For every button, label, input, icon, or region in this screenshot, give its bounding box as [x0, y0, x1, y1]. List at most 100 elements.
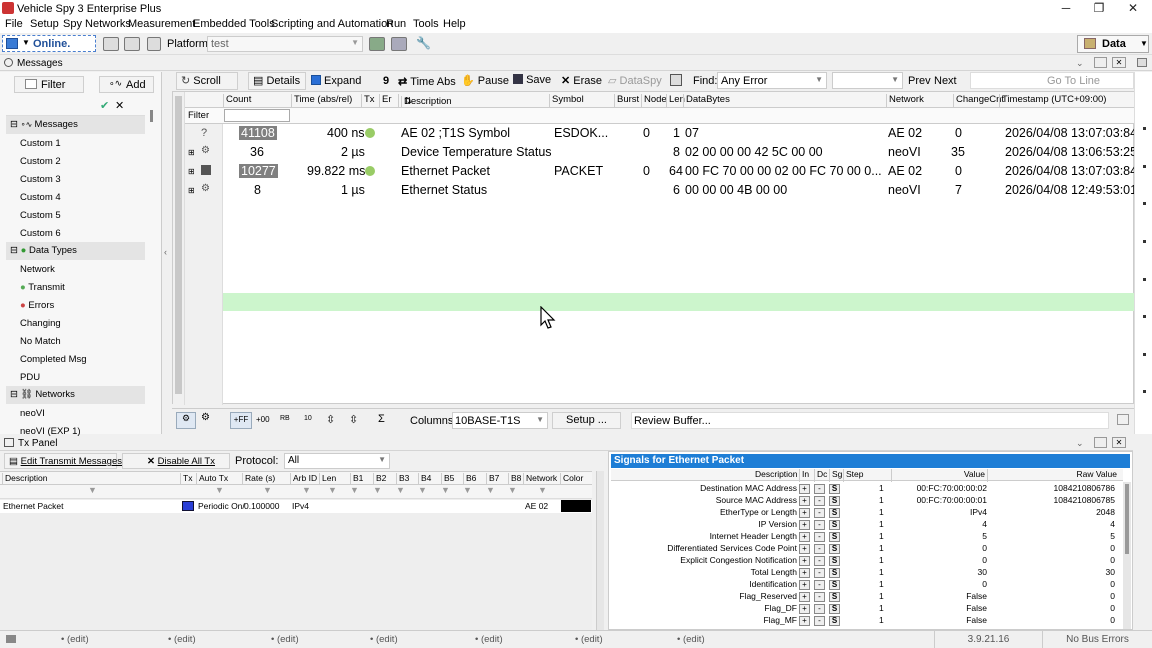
review-buffer-button[interactable]: Review Buffer... [631, 412, 1109, 429]
filter-funnel-icon[interactable]: ▼ [373, 485, 382, 495]
signal-row[interactable]: Flag_DF + - S 1 False 0 [611, 602, 1123, 614]
tree-item-custom-4[interactable]: Custom 4 [20, 192, 61, 203]
tree-item-custom-6[interactable]: Custom 6 [20, 228, 61, 239]
time-abs-button[interactable]: ⇄ Time Abs [398, 75, 456, 88]
hex-00-icon[interactable]: +00 [256, 415, 270, 424]
dataspy-button[interactable]: ▱ DataSpy [608, 74, 662, 87]
align-icon[interactable]: ⇳ [326, 413, 335, 426]
col-network[interactable]: Network [886, 94, 924, 107]
sig-col-dc[interactable]: Dc [814, 469, 827, 482]
filter-funnel-icon[interactable]: ▼ [263, 485, 272, 495]
menu-embedded-tools[interactable]: Embedded Tools [193, 18, 275, 30]
col-time[interactable]: Time (abs/rel) [291, 94, 352, 107]
filter-funnel-icon[interactable]: ▼ [538, 485, 547, 495]
tools-icon[interactable] [391, 37, 407, 51]
col-changecnt[interactable]: ChangeCnt [953, 94, 1004, 107]
signal-row[interactable]: Internet Header Length + - S 1 5 5 [611, 530, 1123, 542]
erase-button[interactable]: ✕ Erase [561, 74, 602, 87]
filter-funnel-icon[interactable]: ▼ [328, 485, 337, 495]
protocol-select[interactable]: All ▼ [284, 453, 390, 469]
filter-funnel-icon[interactable]: ▼ [508, 485, 517, 495]
disable-all-tx-button[interactable]: ✕ Disable All Tx [122, 453, 230, 469]
splitter-arrow-icon[interactable]: ‹ [164, 247, 167, 257]
status-edit-3[interactable]: • (edit) [271, 634, 299, 645]
filter-funnel-icon[interactable]: ▼ [463, 485, 472, 495]
tree-item-transmit[interactable]: ● Transmit [20, 282, 65, 293]
rb-icon[interactable]: RB [280, 415, 290, 422]
signal-row[interactable]: Source MAC Address + - S 1 00:FC:70:00:00:01 1… [611, 494, 1123, 506]
columns-select[interactable]: 10BASE-T1S ▼ [452, 412, 548, 429]
filter-funnel-icon[interactable]: ▼ [215, 485, 224, 495]
menu-run[interactable]: Run [386, 18, 406, 30]
tx-checkbox[interactable] [182, 501, 194, 511]
wrench-icon[interactable]: 🔧 [416, 36, 431, 50]
signal-value[interactable]: 5 [891, 531, 987, 541]
tree-item-custom-3[interactable]: Custom 3 [20, 174, 61, 185]
status-edit-1[interactable]: • (edit) [61, 634, 89, 645]
details-button[interactable]: ▤ Details [248, 72, 306, 90]
filter-funnel-icon[interactable]: ▼ [302, 485, 311, 495]
filter-funnel-icon[interactable]: ▼ [88, 485, 97, 495]
signal-value[interactable]: 0 [891, 579, 987, 589]
minimize-button[interactable]: ─ [1049, 0, 1083, 17]
menu-help[interactable]: Help [443, 18, 466, 30]
data-button[interactable]: Data ▼ [1077, 35, 1149, 53]
col-timestamp[interactable]: Timestamp (UTC+09:00) [999, 94, 1106, 107]
signal-row[interactable]: Total Length + - S 1 30 30 [611, 566, 1123, 578]
status-edit-7[interactable]: • (edit) [677, 634, 705, 645]
col-tx[interactable]: Tx [361, 94, 375, 107]
scroll-button[interactable]: ↻ Scroll [176, 72, 238, 90]
signal-value[interactable]: 00:FC:70:00:00:01 [891, 495, 987, 505]
tree-item-pdu[interactable]: PDU [20, 372, 40, 383]
col-er[interactable]: Er [379, 94, 392, 107]
prev-button[interactable]: Prev [908, 75, 931, 87]
filter-funnel-icon[interactable]: ▼ [418, 485, 427, 495]
close-button[interactable]: ✕ [1116, 0, 1150, 17]
panel-close-icon[interactable]: ✕ [1112, 437, 1126, 448]
tree-scrollbar[interactable] [150, 110, 153, 122]
signal-row[interactable]: EtherType or Length + - S 1 IPv4 2048 [611, 506, 1123, 518]
grid-scroll-thumb[interactable] [175, 96, 182, 394]
signal-value[interactable]: 30 [891, 567, 987, 577]
filter-funnel-icon[interactable]: ▼ [486, 485, 495, 495]
sig-col-value[interactable]: Value [891, 469, 987, 482]
add-button[interactable]: ∘∿ Add [99, 76, 154, 93]
check-all-icon[interactable]: ✔ [100, 99, 109, 112]
tx-row-color-swatch[interactable] [561, 500, 591, 512]
tree-item-changing[interactable]: Changing [20, 318, 61, 329]
next-button[interactable]: Next [934, 75, 957, 87]
tree-item-network[interactable]: Network [20, 264, 55, 275]
view-network-icon[interactable]: ⚙ [201, 412, 219, 429]
setup-button[interactable]: Setup ... [552, 412, 621, 429]
sum-icon[interactable]: Σ [378, 413, 385, 425]
table-row[interactable]: 8 1 µs Ethernet Status 6 00 00 00 4B 00 … [223, 181, 1137, 200]
signal-row[interactable]: Explicit Congestion Notification + - S 1 0 0 [611, 554, 1123, 566]
signal-row[interactable]: Identification + - S 1 0 0 [611, 578, 1123, 590]
menu-spy-networks[interactable]: Spy Networks [63, 18, 131, 30]
menu-scripting[interactable]: Scripting and Automation [271, 18, 393, 30]
tree-item-neovi[interactable]: neoVI [20, 408, 45, 419]
signal-value[interactable]: 4 [891, 519, 987, 529]
expand-row-icon[interactable]: ⊞ [188, 167, 195, 176]
signal-row[interactable]: Flag_MF + - S 1 False 0 [611, 614, 1123, 626]
signal-value[interactable]: 0 [891, 543, 987, 553]
tree-group-messages[interactable]: ⊟ ∘∿ Messages [6, 116, 145, 134]
panel-float-icon[interactable] [1094, 437, 1107, 448]
database-icon[interactable] [369, 37, 385, 51]
tree-item-no-match[interactable]: No Match [20, 336, 61, 347]
hardware-icon[interactable] [103, 37, 119, 51]
save-config-icon[interactable] [124, 37, 140, 51]
goto-line-input[interactable]: Go To Line [970, 72, 1134, 89]
col-node[interactable]: Node [641, 94, 667, 107]
align-alt-icon[interactable]: ⇳ [349, 413, 358, 426]
signal-value[interactable]: False [891, 603, 987, 613]
sig-col-step[interactable]: Step [843, 469, 864, 482]
table-row[interactable]: 41108 400 ns AE 02 ;T1S Symbol ESDOK... … [223, 124, 1137, 143]
filter-funnel-icon[interactable]: ▼ [350, 485, 359, 495]
panel-collapse-icon[interactable]: ⌄ [1076, 58, 1084, 69]
decimal-icon[interactable]: 10 [304, 415, 312, 422]
find-text-select[interactable]: ▼ [832, 72, 903, 89]
signal-row[interactable]: Flag_Reserved + - S 1 False 0 [611, 590, 1123, 602]
signal-value[interactable]: IPv4 [891, 507, 987, 517]
find-select[interactable]: Any Error ▼ [717, 72, 827, 89]
